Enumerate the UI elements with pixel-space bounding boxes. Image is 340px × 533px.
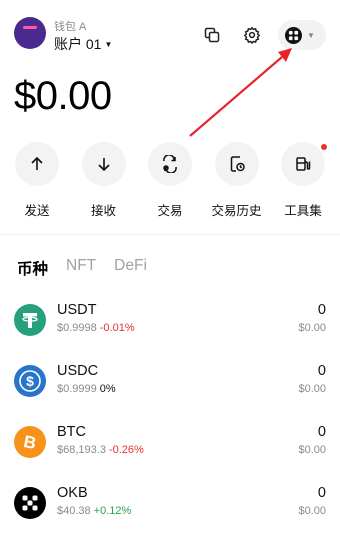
token-amount: 0 [317, 363, 326, 379]
wallet-header: 钱包 A 账户 01 ▼ ▼ [14, 12, 326, 58]
token-symbol: BTC [57, 424, 86, 440]
token-row-usdc[interactable]: $ USDC $0.9999 0% 0 $0.00 [14, 363, 326, 424]
token-list: USDT $0.9998 -0.01% 0 $0.00 $ USDC $0.999… [14, 302, 326, 533]
usdt-icon [14, 304, 46, 336]
token-symbol: USDC [57, 363, 99, 379]
token-amount: 0 [317, 485, 326, 501]
token-value: $0.00 [298, 322, 326, 334]
trade-action[interactable]: 交易 [137, 142, 203, 219]
token-row-okb[interactable]: OKB $40.38 +0.12% 0 $0.00 [14, 485, 326, 533]
account-label: 账户 01 [54, 36, 102, 52]
copy-icon[interactable] [201, 24, 223, 46]
wallet-name: 钱包 A [54, 21, 87, 33]
token-amount: 0 [317, 424, 326, 440]
history-label: 交易历史 [211, 204, 262, 218]
usdc-icon: $ [14, 365, 46, 397]
trade-label: 交易 [157, 204, 183, 218]
account-selector[interactable]: 账户 01 ▼ [54, 34, 112, 54]
swap-icon [148, 142, 192, 186]
price-change: -0.26% [108, 444, 144, 456]
price-change: 0% [99, 383, 116, 395]
token-price: $0.9999 0% [57, 383, 116, 395]
tools-action[interactable]: 工具集 [270, 142, 336, 219]
token-value: $0.00 [298, 444, 326, 456]
tab-tokens[interactable]: 币种 [17, 257, 48, 279]
btc-icon: B [14, 426, 46, 458]
apps-menu-button[interactable]: ▼ [278, 20, 326, 50]
price-change: +0.12% [93, 505, 132, 517]
token-value: $0.00 [298, 383, 326, 395]
gear-icon[interactable] [241, 24, 263, 46]
wallet-avatar[interactable] [14, 17, 46, 49]
tab-defi[interactable]: DeFi [114, 257, 147, 279]
send-label: 发送 [24, 204, 50, 218]
receive-action[interactable]: 接收 [71, 142, 137, 219]
fuel-icon [281, 142, 327, 186]
arrow-up-icon [15, 142, 59, 186]
notification-badge [321, 144, 327, 150]
receive-label: 接收 [90, 204, 116, 218]
section-divider [0, 234, 340, 235]
svg-text:$: $ [26, 373, 34, 389]
token-price: $68,193.3 -0.26% [57, 444, 144, 456]
token-row-usdt[interactable]: USDT $0.9998 -0.01% 0 $0.00 [14, 302, 326, 363]
token-price: $40.38 +0.12% [57, 505, 132, 517]
total-balance: $0.00 [14, 74, 112, 118]
caret-down-icon: ▼ [307, 30, 315, 40]
quick-actions: 发送 接收 交易 交易历史 工具集 [4, 142, 336, 219]
caret-down-icon: ▼ [104, 39, 113, 49]
arrow-down-icon [81, 142, 126, 186]
tools-label: 工具集 [284, 204, 322, 218]
price-change: -0.01% [99, 322, 135, 334]
tab-nft[interactable]: NFT [66, 257, 96, 279]
token-value: $0.00 [298, 505, 326, 517]
okb-icon [14, 487, 46, 519]
asset-tabs: 币种 NFT DeFi [17, 257, 147, 279]
send-action[interactable]: 发送 [4, 142, 70, 219]
token-row-btc[interactable]: B BTC $68,193.3 -0.26% 0 $0.00 [14, 424, 326, 485]
token-symbol: USDT [57, 302, 97, 318]
token-amount: 0 [317, 302, 326, 318]
token-price: $0.9998 -0.01% [57, 322, 135, 334]
apps-grid-icon [285, 26, 302, 44]
token-symbol: OKB [57, 485, 88, 501]
history-icon [214, 142, 259, 186]
history-action[interactable]: 交易历史 [204, 142, 270, 219]
